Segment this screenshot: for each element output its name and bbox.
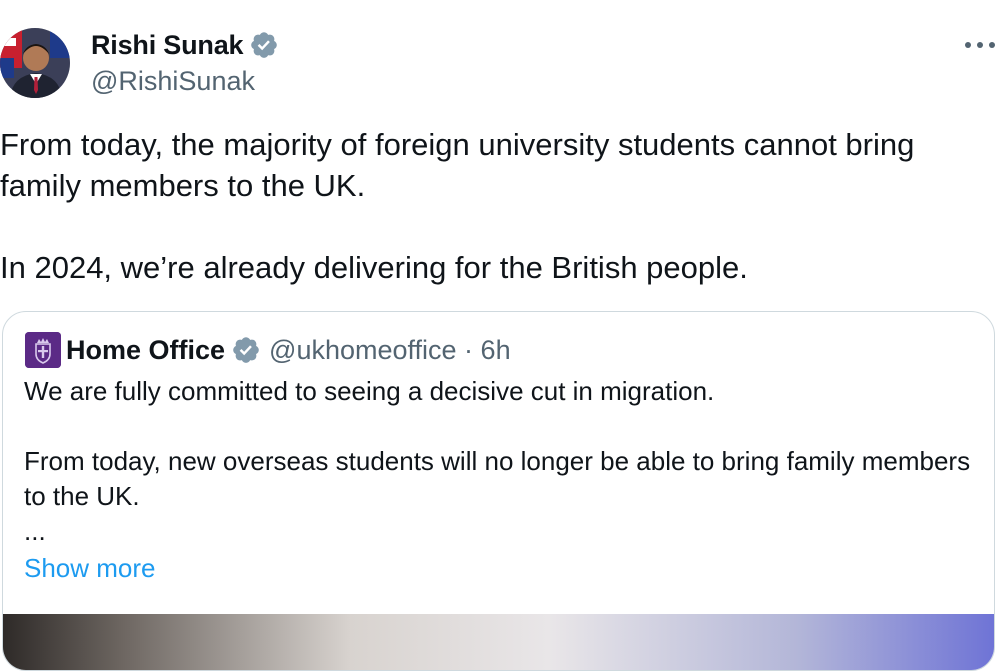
quoted-ellipsis: ... — [24, 516, 46, 546]
profile-photo — [0, 28, 70, 98]
author-name-row[interactable]: Rishi Sunak — [91, 28, 279, 62]
tweet-text: From today, the majority of foreign univ… — [0, 124, 990, 288]
author-handle[interactable]: @RishiSunak — [91, 64, 255, 98]
quoted-author-avatar[interactable] — [25, 332, 61, 368]
author-avatar[interactable] — [0, 28, 70, 98]
tweet-paragraph: From today, the majority of foreign univ… — [0, 127, 915, 203]
tweet-paragraph: In 2024, we’re already delivering for th… — [0, 250, 748, 285]
quoted-media-image[interactable] — [3, 614, 994, 670]
more-options-button[interactable] — [962, 30, 1000, 60]
quoted-tweet-text: We are fully committed to seeing a decis… — [24, 374, 974, 549]
quoted-author-name[interactable]: Home Office — [66, 332, 225, 368]
quoted-paragraph: We are fully committed to seeing a decis… — [24, 376, 715, 406]
author-name[interactable]: Rishi Sunak — [91, 28, 244, 62]
quoted-author-handle[interactable]: @ukhomeoffice · 6h — [269, 332, 511, 368]
quoted-tweet-card[interactable]: Home Office @ukhomeoffice · 6h We are fu… — [2, 311, 995, 671]
verified-badge-icon — [251, 32, 278, 58]
royal-crest-icon — [25, 332, 61, 368]
quoted-paragraph: From today, new overseas students will n… — [24, 446, 971, 511]
more-horizontal-icon — [965, 42, 995, 48]
verified-badge-icon — [233, 337, 259, 363]
quoted-author-row[interactable]: Home Office @ukhomeoffice · 6h — [66, 332, 511, 368]
show-more-link[interactable]: Show more — [24, 550, 156, 586]
